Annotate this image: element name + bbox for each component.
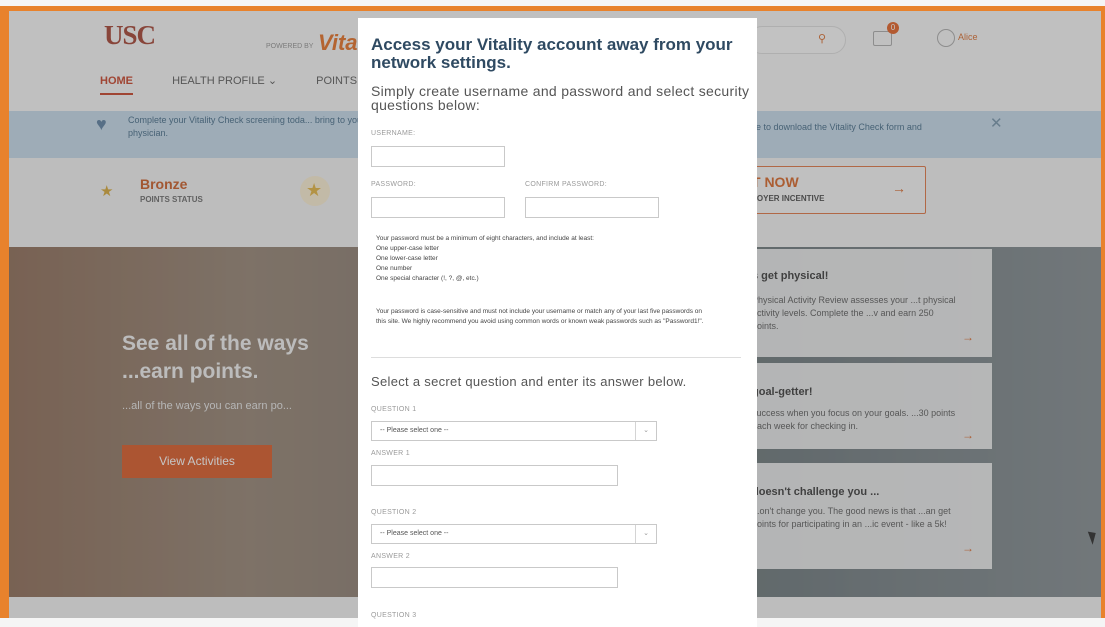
password-requirements: Your password must be a minimum of eight… <box>376 234 706 284</box>
requirement-line: One special character (!, ?, @, etc.) <box>376 275 479 282</box>
answer2-label: ANSWER 2 <box>371 553 410 560</box>
frame-border-top <box>0 6 1105 11</box>
username-label: USERNAME: <box>371 130 416 137</box>
password-note: Your password is case-sensitive and must… <box>376 308 704 325</box>
select-value: -- Please select one -- <box>380 530 449 537</box>
modal-subtitle: Simply create username and password and … <box>371 83 750 113</box>
section-divider <box>371 357 741 358</box>
security-section-title: Select a secret question and enter its a… <box>371 374 687 389</box>
modal-title: Access your Vitality account away from y… <box>371 35 733 72</box>
question2-label: QUESTION 2 <box>371 509 417 516</box>
password-label: PASSWORD: <box>371 181 416 188</box>
chevron-down-icon: ⌄ <box>635 422 656 440</box>
answer1-input[interactable] <box>371 465 618 486</box>
frame-border-left <box>0 6 9 618</box>
requirement-line: Your password must be a minimum of eight… <box>376 235 594 242</box>
requirement-line: One lower-case letter <box>376 255 438 262</box>
chevron-down-icon: ⌄ <box>635 525 656 543</box>
frame-border-right <box>1101 6 1105 618</box>
requirement-line: One upper-case letter <box>376 245 439 252</box>
select-value: -- Please select one -- <box>380 427 449 434</box>
account-setup-modal: Access your Vitality account away from y… <box>358 18 757 627</box>
requirement-line: One number <box>376 265 413 272</box>
question1-label: QUESTION 1 <box>371 406 417 413</box>
confirm-password-label: CONFIRM PASSWORD: <box>525 181 607 188</box>
confirm-password-input[interactable] <box>525 197 659 218</box>
answer2-input[interactable] <box>371 567 618 588</box>
password-input[interactable] <box>371 197 505 218</box>
question3-label: QUESTION 3 <box>371 612 417 619</box>
question1-select[interactable]: -- Please select one -- ⌄ <box>371 421 657 441</box>
question2-select[interactable]: -- Please select one -- ⌄ <box>371 524 657 544</box>
username-input[interactable] <box>371 146 505 167</box>
answer1-label: ANSWER 1 <box>371 450 410 457</box>
